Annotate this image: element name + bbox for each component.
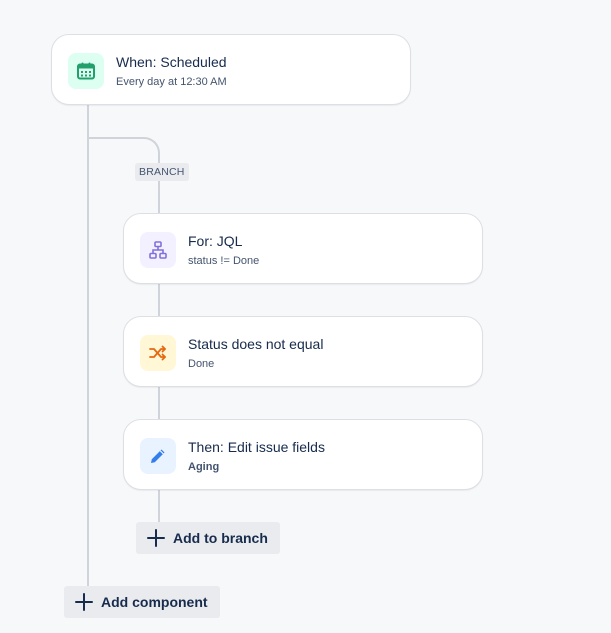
plus-icon [75, 593, 93, 611]
branch-tag: BRANCH [135, 163, 189, 181]
for-jql-subtitle: status != Done [188, 255, 260, 267]
add-to-branch-button[interactable]: Add to branch [136, 522, 280, 554]
plus-icon [147, 529, 165, 547]
condition-subtitle: Done [188, 358, 215, 370]
add-component-button[interactable]: Add component [64, 586, 220, 618]
trigger-card[interactable]: When: Scheduled Every day at 12:30 AM [51, 34, 411, 105]
trigger-title: When: Scheduled [116, 54, 227, 70]
trigger-subtitle: Every day at 12:30 AM [116, 76, 227, 88]
action-subtitle: Aging [188, 461, 220, 473]
pencil-icon [140, 438, 176, 474]
add-to-branch-label: Add to branch [173, 530, 268, 546]
condition-card[interactable]: Status does not equal Done [123, 316, 483, 387]
for-jql-title: For: JQL [188, 233, 243, 249]
calendar-icon [68, 53, 104, 89]
shuffle-icon [140, 335, 176, 371]
action-card[interactable]: Then: Edit issue fields Aging [123, 419, 483, 490]
condition-title: Status does not equal [188, 336, 324, 352]
for-jql-card[interactable]: For: JQL status != Done [123, 213, 483, 284]
hierarchy-icon [140, 232, 176, 268]
action-title: Then: Edit issue fields [188, 439, 325, 455]
add-component-label: Add component [101, 594, 208, 610]
